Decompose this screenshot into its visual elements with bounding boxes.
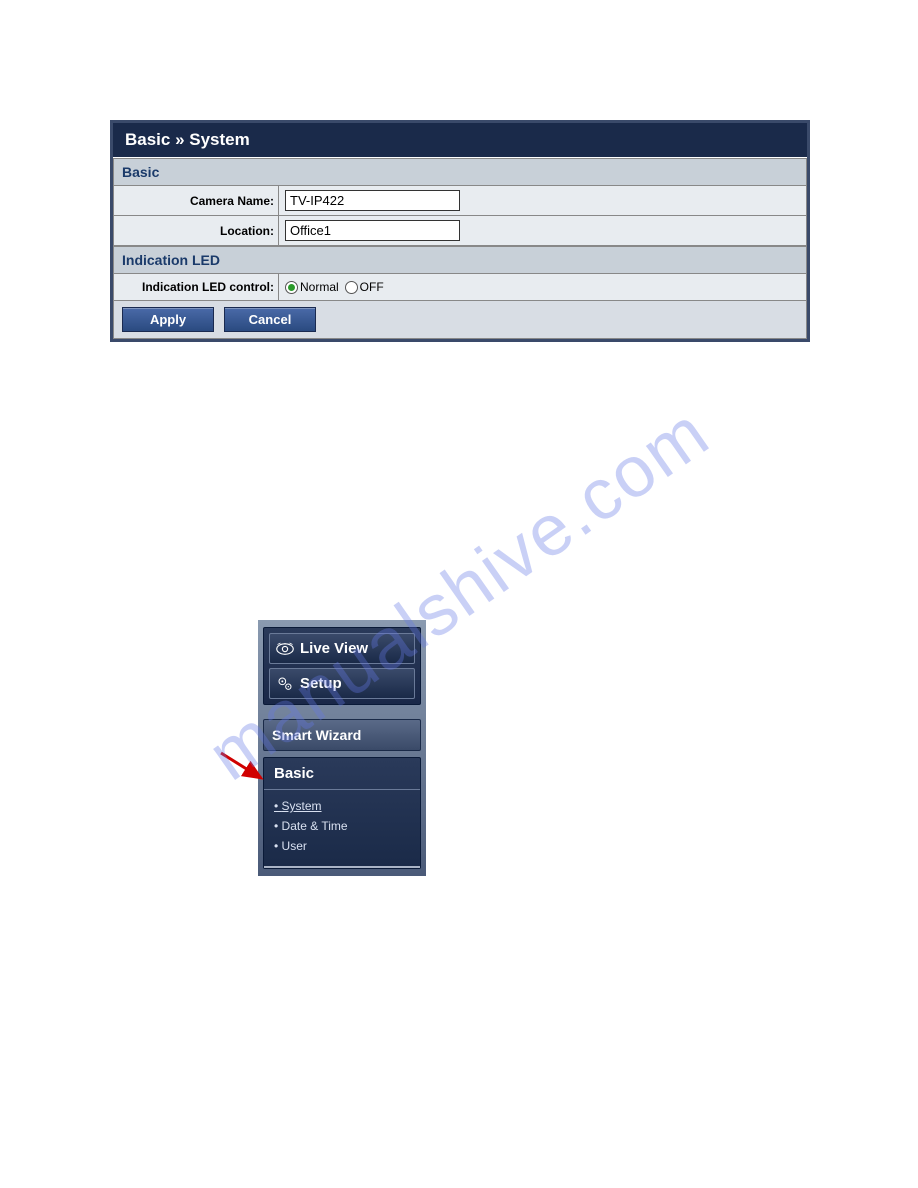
row-led-control: Indication LED control: Normal OFF	[114, 274, 806, 301]
radio-normal-label: Normal	[300, 280, 339, 294]
nav-link-date-time[interactable]: Date & Time	[274, 816, 410, 836]
location-label: Location:	[114, 216, 279, 245]
breadcrumb: Basic » System	[113, 123, 807, 158]
cancel-button[interactable]: Cancel	[224, 307, 316, 332]
gear-icon	[276, 676, 294, 692]
radio-normal[interactable]: Normal	[285, 280, 339, 294]
smart-wizard-button[interactable]: Smart Wizard	[263, 719, 421, 751]
live-view-label: Live View	[300, 640, 368, 657]
camera-name-label: Camera Name:	[114, 186, 279, 215]
camera-name-field-wrap	[279, 186, 806, 215]
nav-link-system[interactable]: System	[274, 796, 410, 816]
camera-name-input[interactable]	[285, 190, 460, 211]
led-control-label: Indication LED control:	[114, 274, 279, 300]
setup-label: Setup	[300, 675, 342, 692]
setup-button[interactable]: Setup	[269, 668, 415, 699]
radio-off[interactable]: OFF	[345, 280, 384, 294]
side-navigation: Live View Setup Smart Wizard Basic Syste…	[258, 620, 426, 876]
panel-body: Basic Camera Name: Location: Indication …	[113, 158, 807, 339]
location-field-wrap	[279, 216, 806, 245]
nav-top-group: Live View Setup	[263, 627, 421, 705]
nav-links: System Date & Time User	[264, 790, 420, 868]
radio-dot-icon	[345, 281, 358, 294]
row-camera-name: Camera Name:	[114, 186, 806, 216]
row-location: Location:	[114, 216, 806, 246]
led-control-field-wrap: Normal OFF	[279, 274, 806, 300]
radio-dot-icon	[285, 281, 298, 294]
section-header-basic: Basic	[114, 159, 806, 186]
nav-section-title-basic: Basic	[264, 758, 420, 790]
nav-section-basic: Basic System Date & Time User	[263, 757, 421, 869]
nav-link-user[interactable]: User	[274, 836, 410, 856]
button-bar: Apply Cancel	[114, 301, 806, 338]
location-input[interactable]	[285, 220, 460, 241]
radio-off-label: OFF	[360, 280, 384, 294]
eye-icon	[276, 641, 294, 657]
apply-button[interactable]: Apply	[122, 307, 214, 332]
live-view-button[interactable]: Live View	[269, 633, 415, 664]
system-settings-panel: Basic » System Basic Camera Name: Locati…	[110, 120, 810, 342]
section-header-led: Indication LED	[114, 246, 806, 274]
